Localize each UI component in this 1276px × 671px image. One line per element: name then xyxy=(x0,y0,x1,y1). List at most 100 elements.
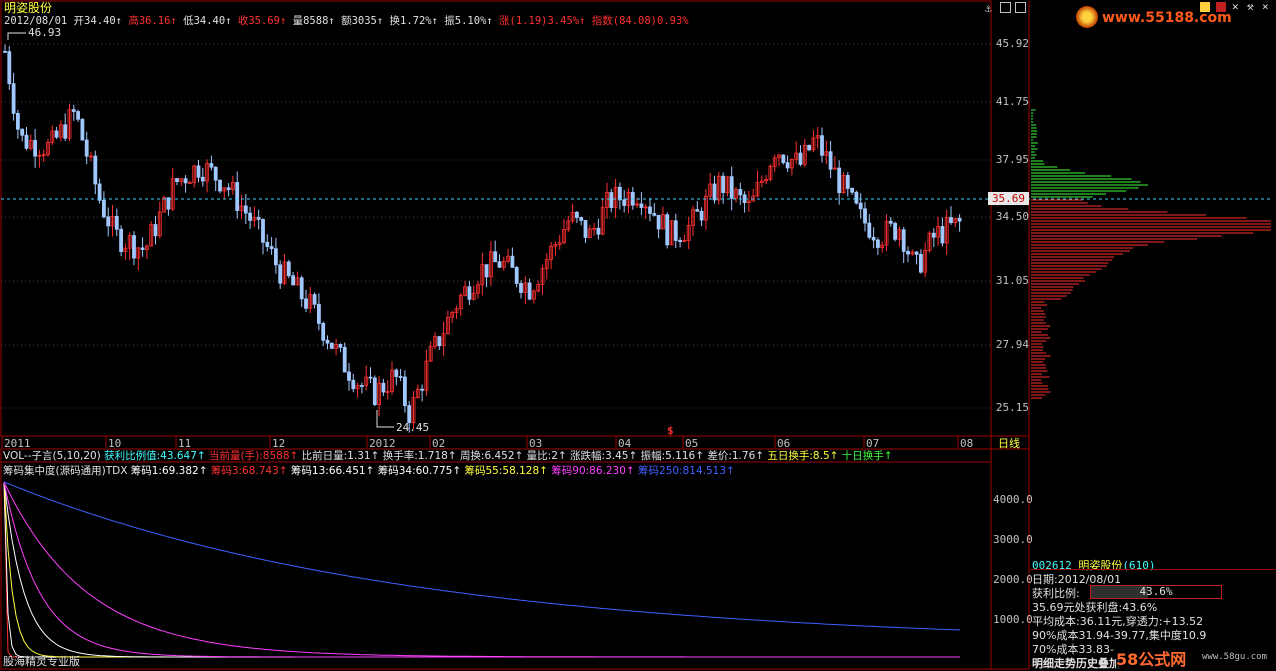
watermark-bottom: 58公式网 www.58gu.com xyxy=(1116,644,1274,669)
price-tick: 25.15 xyxy=(995,401,1029,414)
signal-mark: $ xyxy=(667,424,674,437)
vol-indicator-item: 当前量(手):8588↑ xyxy=(209,450,302,462)
period-button[interactable]: 日线 xyxy=(998,437,1020,450)
candle-body xyxy=(609,192,614,208)
candle-body xyxy=(639,203,644,208)
tools-icon[interactable]: ✕ xyxy=(1232,0,1239,13)
candle-body xyxy=(372,377,377,405)
quote-amount: 3035 xyxy=(351,15,377,27)
candle-body xyxy=(368,376,373,379)
time-tick: 04 xyxy=(618,437,632,450)
info-divider xyxy=(1030,569,1276,570)
candle-body xyxy=(63,124,68,139)
chip-indicator-item: 筹码55:58.128↑ xyxy=(464,465,552,477)
candle-body xyxy=(781,154,786,164)
candle-body xyxy=(596,227,601,235)
candle-body xyxy=(906,250,910,255)
candle-body xyxy=(931,232,936,238)
quote-open: 34.40 xyxy=(84,15,116,27)
candle-body xyxy=(119,228,123,252)
candle-body xyxy=(256,217,261,220)
candle-body xyxy=(579,217,584,221)
play-icon[interactable] xyxy=(1200,2,1210,12)
maximize-icon[interactable] xyxy=(1000,2,1011,13)
indicator-tick: 3000.0 xyxy=(993,533,1033,546)
stock-title: 明姿股份 xyxy=(4,1,53,15)
info-line-5[interactable]: 明细走势历史叠加 xyxy=(1032,655,1120,671)
candle-body xyxy=(901,229,906,252)
candle-body xyxy=(575,211,579,218)
candle-body xyxy=(712,183,717,201)
anchor-icon[interactable]: ⚓ xyxy=(985,2,992,15)
candle-body xyxy=(342,346,347,373)
candle-body xyxy=(15,113,20,130)
candle-body xyxy=(226,187,231,190)
candle-body xyxy=(153,224,158,237)
candle-body xyxy=(527,282,532,300)
candle-body xyxy=(665,214,670,246)
chip-indicator-title[interactable]: 筹码集中度(源码通用)TDX xyxy=(3,465,127,477)
time-tick: 12 xyxy=(272,437,286,450)
candle-body xyxy=(656,214,661,230)
close-icon[interactable]: × xyxy=(1262,0,1269,13)
candle-body xyxy=(84,139,89,157)
candle-body xyxy=(291,275,296,286)
candle-body xyxy=(858,202,863,210)
candle-body xyxy=(876,239,880,248)
candle-body xyxy=(261,218,265,243)
candle-body xyxy=(196,165,201,178)
vol-indicator-item: 换手率:1.718↑ xyxy=(382,450,460,462)
candle-body xyxy=(286,261,291,277)
play-alt-icon[interactable] xyxy=(1216,2,1226,12)
chip-distribution-histogram xyxy=(1031,109,1271,399)
candle-body xyxy=(863,208,867,224)
quote-turnover: 1.72% xyxy=(400,15,432,27)
site-logo-icon xyxy=(1076,6,1098,28)
high-price-mark: 46.93 xyxy=(28,26,62,39)
quote-high: 36.16 xyxy=(138,15,171,27)
candle-body xyxy=(132,235,136,259)
time-tick: 10 xyxy=(108,437,122,450)
vol-indicator-item: 涨跌幅:3.45↑ xyxy=(570,450,641,462)
candle-body xyxy=(359,385,364,387)
candle-body xyxy=(837,167,842,194)
candle-body xyxy=(854,191,859,204)
candle-body xyxy=(76,111,80,120)
candle-body xyxy=(265,241,270,248)
candle-body xyxy=(102,199,106,218)
candle-body xyxy=(80,118,85,141)
indicator-tick: 2000.0 xyxy=(993,573,1033,586)
chip-indicator-item: 筹码34:60.775↑ xyxy=(377,465,465,477)
candle-body xyxy=(673,220,678,241)
window-icon[interactable] xyxy=(1015,2,1026,13)
candle-body xyxy=(484,264,489,278)
watermark-bottom-url: www.58gu.com xyxy=(1202,652,1268,662)
candle-body xyxy=(325,339,330,344)
candle-body xyxy=(7,51,12,85)
candle-body xyxy=(820,135,824,156)
candle-body xyxy=(514,267,519,284)
vol-indicator-title[interactable]: VOL--子言(5,10,20) xyxy=(3,450,101,462)
candle-body xyxy=(248,212,253,221)
price-tick: 27.94 xyxy=(995,338,1029,351)
candle-body xyxy=(175,178,179,182)
indicator-tick: 4000.0 xyxy=(993,493,1033,506)
candle-body xyxy=(493,251,498,263)
candle-body xyxy=(850,188,854,193)
candle-body xyxy=(729,176,734,199)
profit-ratio-bar: 43.6% xyxy=(1090,585,1222,599)
chip-curve xyxy=(3,481,960,658)
time-tick: 06 xyxy=(777,437,791,450)
current-price-tag: 35.69 xyxy=(988,192,1029,205)
candle-body xyxy=(235,182,240,211)
candle-body xyxy=(200,176,205,182)
candle-body xyxy=(678,240,682,243)
candle-body xyxy=(243,205,248,214)
vol-indicator-item: 五日换手:8.5↑ xyxy=(767,450,842,462)
candle-body xyxy=(24,134,29,149)
main-chart-frame xyxy=(0,0,992,437)
candle-body xyxy=(738,189,743,196)
vol-indicator-line: VOL--子言(5,10,20) 获利比例值:43.647↑ 当前量(手):85… xyxy=(3,450,893,463)
candle-body xyxy=(940,226,945,244)
wrench-icon[interactable]: ⚒ xyxy=(1247,0,1254,13)
